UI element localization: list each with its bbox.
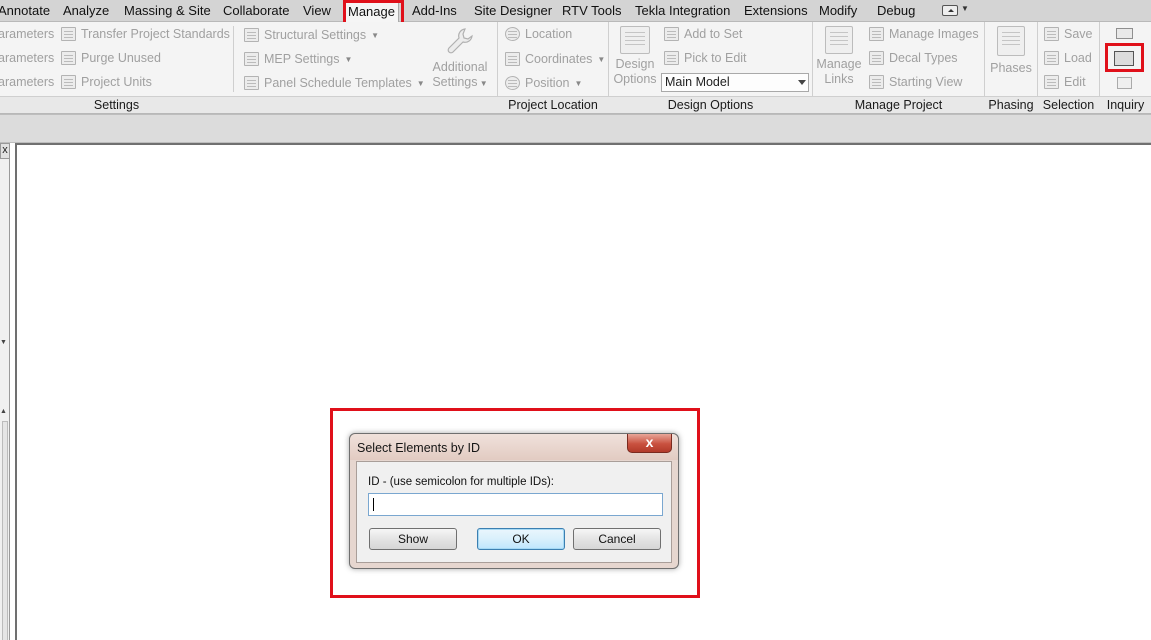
transfer-standards-button[interactable]: Transfer Project Standards [61,24,230,44]
id-input[interactable] [368,493,663,516]
ribbon-tab-bar: Annotate Analyze Massing & Site Collabor… [0,0,1151,23]
panel-title-settings: Settings [93,98,140,112]
mep-settings-button[interactable]: MEP Settings ▼ [244,49,352,69]
panel-title-design-options: Design Options [667,98,754,112]
location-icon [505,27,520,41]
dialog-body: ID - (use semicolon for multiple IDs): S… [356,461,672,563]
tab-massing-site[interactable]: Massing & Site [124,0,211,22]
dialog-titlebar[interactable]: Select Elements by ID x [350,434,678,460]
panel-title-phasing: Phasing [988,98,1034,112]
chevron-down-icon[interactable]: ▼ [961,4,969,13]
manage-links-button[interactable]: Manage Links [815,26,863,92]
project-browser-edge: x ▼ ▲ [0,143,10,640]
tab-extensions[interactable]: Extensions [744,0,808,22]
divider [233,26,234,92]
starting-view-icon [869,75,884,89]
dialog-title: Select Elements by ID [357,441,480,455]
tab-site-designer[interactable]: Site Designer [474,0,552,22]
ids-of-selection-icon[interactable] [1116,28,1133,39]
decal-types-icon [869,51,884,65]
selection-edit-icon [1044,75,1059,89]
design-option-selector[interactable]: Main Model [661,73,809,92]
decal-types-button[interactable]: Decal Types [869,48,958,68]
chevron-down-icon [798,80,806,85]
structural-settings-button[interactable]: Structural Settings ▼ [244,25,379,45]
project-parameters-button[interactable]: arameters [0,24,54,44]
position-icon [505,76,520,90]
tab-tekla-integration[interactable]: Tekla Integration [635,0,730,22]
project-units-icon [61,75,76,89]
panel-title-manage-project: Manage Project [854,98,943,112]
starting-view-button[interactable]: Starting View [869,72,962,92]
tab-debug[interactable]: Debug [877,0,915,22]
panel-schedule-icon [244,76,259,90]
show-button[interactable]: Show [369,528,457,550]
warnings-icon[interactable] [1117,77,1132,89]
chevron-up-icon[interactable]: ▲ [0,408,7,415]
close-icon: x [645,434,654,450]
ribbon-panel-titles: Settings Project Location Design Options… [0,96,1151,114]
add-to-set-icon [664,27,679,41]
panel-schedule-templates-button[interactable]: Panel Schedule Templates ▼ [244,73,425,93]
position-button[interactable]: Position ▼ [505,73,582,93]
add-to-set-button[interactable]: Add to Set [664,24,742,44]
selection-load-button[interactable]: Load [1044,48,1092,68]
additional-settings-button[interactable]: Additional Settings ▼ [428,26,492,92]
manage-images-icon [869,27,884,41]
tab-rtv-tools[interactable]: RTV Tools [562,0,622,22]
transfer-standards-icon [61,27,76,41]
close-icon[interactable]: x [0,143,10,159]
tab-annotate[interactable]: Annotate [0,0,50,22]
close-button[interactable]: x [627,434,672,453]
manage-images-button[interactable]: Manage Images [869,24,979,44]
wrench-icon [447,28,473,54]
tab-view[interactable]: View [303,0,331,22]
tab-manage[interactable]: Manage [344,0,399,23]
panel-title-project-location: Project Location [508,98,598,112]
selection-save-button[interactable]: Save [1044,24,1093,44]
mep-settings-icon [244,52,259,66]
purge-icon [61,51,76,65]
structural-settings-icon [244,28,259,42]
select-elements-by-id-dialog: Select Elements by ID x ID - (use semico… [349,433,679,569]
chevron-down-icon[interactable]: ▼ [0,339,7,346]
phases-icon [997,26,1025,56]
coordinates-icon [505,52,520,66]
phases-button[interactable]: Phases [988,26,1034,92]
pick-to-edit-button[interactable]: Pick to Edit [664,48,747,68]
ok-button[interactable]: OK [477,528,565,550]
design-options-icon [620,26,650,54]
design-options-button[interactable]: Design Options [612,26,658,92]
selection-save-icon [1044,27,1059,41]
global-parameters-button[interactable]: arameters [0,72,54,92]
project-units-button[interactable]: Project Units [61,72,152,92]
shared-parameters-button[interactable]: arameters [0,48,54,68]
tab-analyze[interactable]: Analyze [63,0,109,22]
tab-add-ins[interactable]: Add-Ins [412,0,457,22]
id-field-label: ID - (use semicolon for multiple IDs): [368,476,554,488]
tab-collaborate[interactable]: Collaborate [223,0,290,22]
select-by-id-icon[interactable] [1114,51,1134,66]
text-cursor [373,498,374,511]
selection-edit-button[interactable]: Edit [1044,72,1086,92]
location-button[interactable]: Location [505,24,572,44]
panel-title-inquiry: Inquiry [1106,98,1145,112]
cancel-button[interactable]: Cancel [573,528,661,550]
panel-title-selection: Selection [1042,98,1095,112]
purge-unused-button[interactable]: Purge Unused [61,48,161,68]
manage-links-icon [825,26,853,54]
view-tabs-strip [0,115,1151,143]
quick-access-icon[interactable] [942,5,958,16]
coordinates-button[interactable]: Coordinates ▼ [505,49,605,69]
tab-modify[interactable]: Modify [819,0,857,22]
pick-to-edit-icon [664,51,679,65]
scrollbar[interactable] [2,421,8,640]
selection-load-icon [1044,51,1059,65]
